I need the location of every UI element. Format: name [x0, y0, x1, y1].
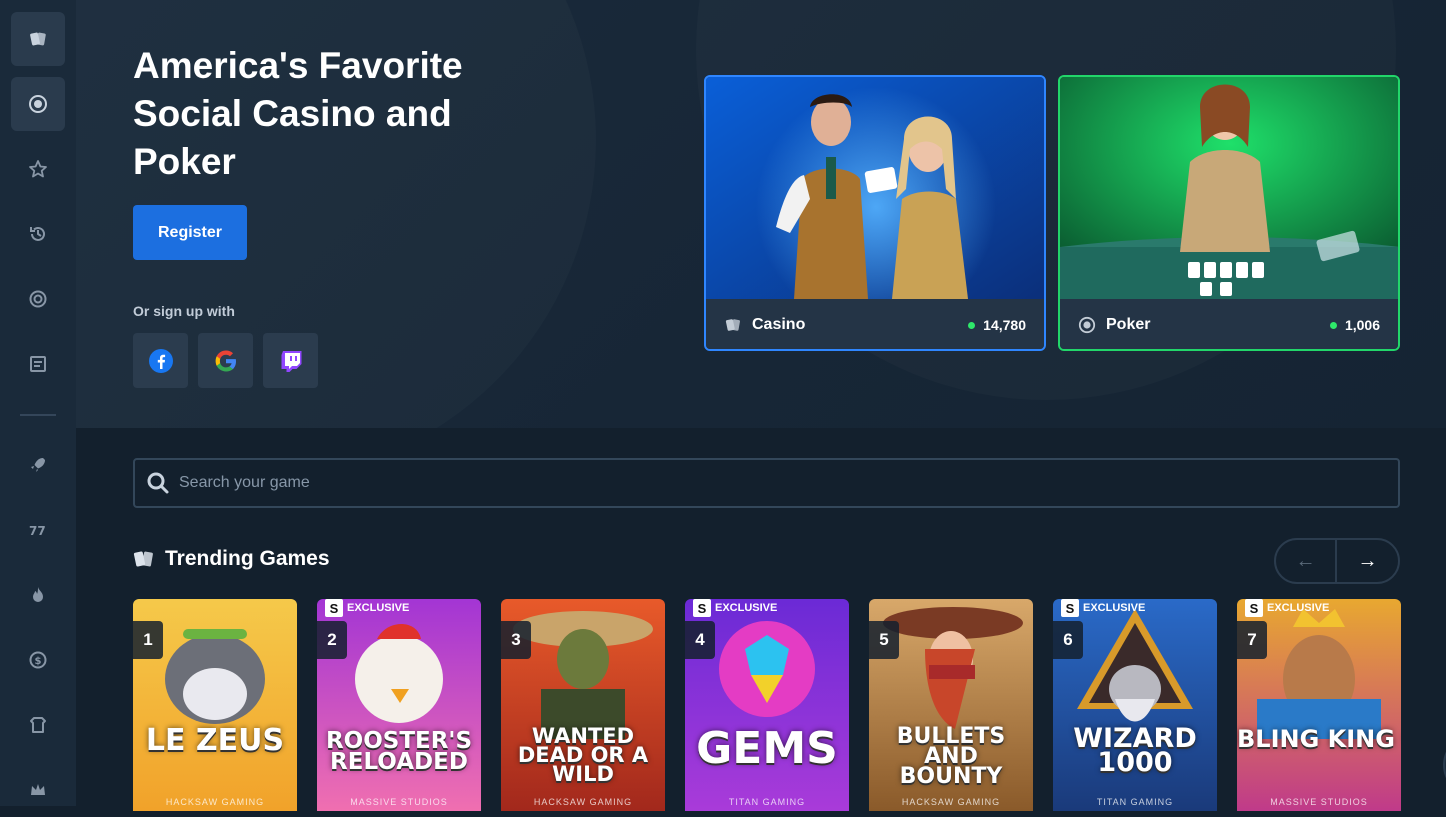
trending-games-list: 1 LE ZEUS HACKSAW GAMING S EXCLUSIVE 2 RO… [133, 599, 1401, 811]
main-content: America's Favorite Social Casino and Pok… [76, 0, 1446, 811]
sidebar-item-new-releases[interactable] [11, 438, 65, 492]
google-icon [215, 350, 236, 371]
casino-dealers-image [706, 77, 1044, 327]
sidebar-item-casino[interactable] [11, 12, 65, 66]
arrow-right-icon: → [1357, 549, 1378, 572]
online-indicator [968, 321, 976, 329]
rocket-icon [31, 458, 45, 472]
poker-card-footer: Poker 1,006 [1060, 299, 1398, 349]
target-icon [29, 290, 47, 308]
jersey-icon [30, 717, 46, 733]
search-icon [147, 472, 169, 494]
trending-title: Trending Games [165, 547, 330, 570]
sidebar-item-recent[interactable] [11, 207, 65, 261]
game-rank: 2 [317, 621, 347, 659]
history-icon [30, 226, 45, 241]
trending-header: Trending Games [133, 547, 330, 571]
game-rank: 1 [133, 621, 163, 659]
game-card[interactable]: S EXCLUSIVE 2 ROOSTER'S RELOADED MASSIVE … [317, 599, 481, 811]
sidebar-item-hot[interactable] [11, 568, 65, 622]
game-rank: 5 [869, 621, 899, 659]
poker-online-count: 1,006 [1344, 317, 1380, 333]
poker-card-title: Poker [1106, 316, 1151, 333]
google-signup-button[interactable] [198, 333, 253, 388]
facebook-icon [148, 348, 173, 373]
twitch-icon [281, 350, 301, 372]
sidebar-item-more[interactable] [11, 763, 65, 817]
casino-online-count: 14,780 [983, 317, 1026, 333]
poker-mode-card[interactable]: Poker 1,006 [1058, 75, 1400, 351]
svg-text:77: 77 [29, 524, 46, 538]
facebook-signup-button[interactable] [133, 333, 188, 388]
casino-mode-card[interactable]: Casino 14,780 [704, 75, 1046, 351]
game-card[interactable]: SEXCLUSIVE 7 BLING KING CAM MASSIVE STUD… [1237, 599, 1401, 811]
exclusive-badge: S EXCLUSIVE [325, 599, 409, 617]
sidebar-item-favorites[interactable] [11, 142, 65, 196]
cards-icon [725, 319, 740, 331]
exclusive-badge: S EXCLUSIVE [1245, 599, 1329, 617]
sidebar-item-challenges[interactable] [11, 272, 65, 326]
cards-icon [133, 551, 153, 567]
carousel-next-button[interactable]: → [1337, 540, 1398, 582]
game-rank: 6 [1053, 621, 1083, 659]
game-rank: 7 [1237, 621, 1267, 659]
hero-title: America's Favorite Social Casino and Pok… [133, 45, 463, 182]
twitch-signup-button[interactable] [263, 333, 318, 388]
game-rank: 4 [685, 621, 715, 659]
poker-dealer-image [1060, 77, 1398, 299]
sidebar-divider [20, 414, 56, 416]
sidebar-item-poker[interactable] [11, 77, 65, 131]
game-title: WIZARD 1000 [1073, 723, 1197, 779]
online-indicator [1329, 321, 1337, 329]
sidebar-item-originals[interactable] [11, 337, 65, 391]
sidebar-item-jackpot[interactable]: $ [11, 633, 65, 687]
fire-icon [33, 587, 43, 602]
signup-label: Or sign up with [133, 303, 235, 319]
game-title: BULLETS AND BOUNTY [896, 724, 1006, 789]
register-button[interactable]: Register [133, 205, 247, 260]
poker-chip-icon [1078, 316, 1096, 334]
game-search [133, 458, 1400, 508]
svg-text:$: $ [35, 656, 42, 667]
coin-icon: $ [29, 651, 47, 669]
exclusive-badge: S EXCLUSIVE [1061, 599, 1145, 617]
hero-banner: America's Favorite Social Casino and Pok… [76, 0, 1446, 428]
game-title: WANTED DEAD OR A WILD [517, 724, 649, 786]
sevens-icon: 77 [29, 524, 46, 538]
casino-card-footer: Casino 14,780 [706, 299, 1044, 349]
sidebar: 77 $ [0, 0, 76, 806]
search-input[interactable] [179, 474, 1279, 492]
game-title: GEMS [696, 723, 838, 774]
game-card[interactable]: 1 LE ZEUS HACKSAW GAMING [133, 599, 297, 811]
star-icon [29, 160, 47, 178]
game-title: BLING KING CAM [1237, 725, 1401, 753]
exclusive-badge: S EXCLUSIVE [693, 599, 777, 617]
crown-icon [31, 784, 45, 795]
arrow-left-icon: ← [1295, 549, 1316, 572]
sidebar-item-live[interactable] [11, 698, 65, 752]
cards-icon [30, 32, 46, 46]
game-card[interactable]: 5 BULLETS AND BOUNTY HACKSAW GAMING [869, 599, 1033, 811]
game-rank: 3 [501, 621, 531, 659]
carousel-prev-button[interactable]: ← [1276, 540, 1338, 582]
game-title: ROOSTER'S RELOADED [325, 728, 473, 775]
game-card[interactable]: 3 WANTED DEAD OR A WILD HACKSAW GAMING [501, 599, 665, 811]
game-title: LE ZEUS [145, 723, 285, 758]
carousel-controls: ← → [1274, 538, 1400, 584]
game-card[interactable]: S EXCLUSIVE 6 WIZARD 1000 TITAN GAMING [1053, 599, 1217, 811]
sidebar-item-slots[interactable]: 77 [11, 503, 65, 557]
poker-chip-icon [29, 95, 47, 113]
game-card[interactable]: S EXCLUSIVE 4 GEMS TITAN GAMING [685, 599, 849, 811]
store-icon [30, 356, 46, 372]
casino-card-title: Casino [752, 316, 806, 333]
